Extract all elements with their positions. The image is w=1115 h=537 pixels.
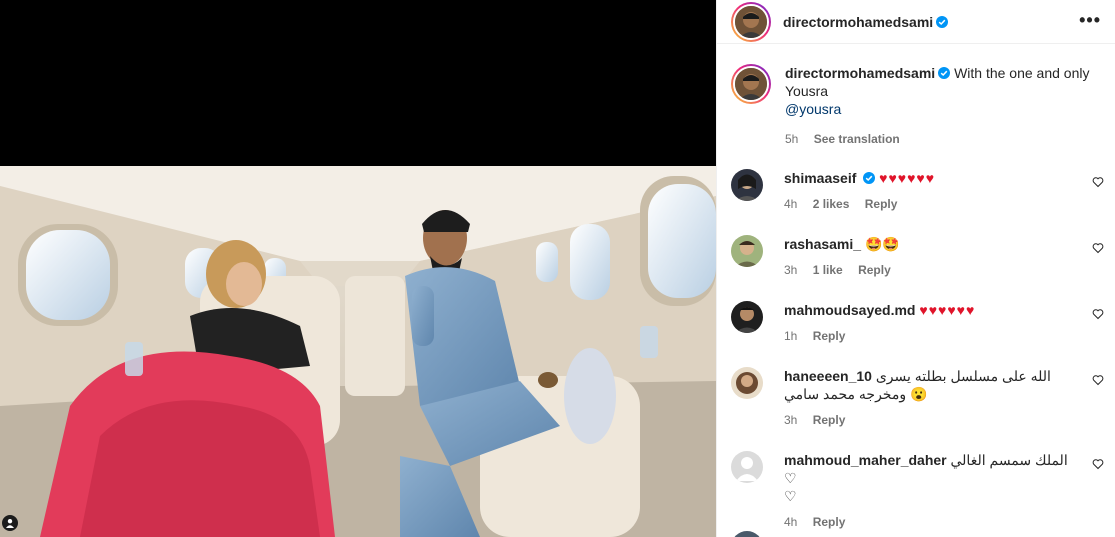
comment-avatar-partial[interactable] <box>731 531 763 537</box>
comment-avatar[interactable] <box>731 169 763 201</box>
like-comment-heart-icon[interactable] <box>1092 374 1104 386</box>
comment-avatar[interactable] <box>731 451 763 483</box>
comment-avatar[interactable] <box>731 301 763 333</box>
caption-author-username[interactable]: directormohamedsami <box>785 65 935 81</box>
comment-body: shimaaseif ♥♥♥♥♥♥ 4h 2 likes Reply <box>784 169 1084 213</box>
like-comment-heart-icon[interactable] <box>1092 458 1104 470</box>
comment-username[interactable]: haneeeen_10 <box>784 368 872 384</box>
comment-text: 🤩🤩 <box>864 236 900 252</box>
comment-reply-button[interactable]: Reply <box>813 515 846 529</box>
see-translation-button[interactable]: See translation <box>814 132 900 146</box>
comment-meta: 4h 2 likes Reply <box>784 195 1084 213</box>
comment-text: ♥♥♥♥♥♥ <box>879 170 936 186</box>
comment-time: 4h <box>784 197 798 211</box>
comment-text-line2: ♡ <box>784 488 797 504</box>
comment-time: 3h <box>784 263 798 277</box>
verified-badge-icon <box>938 67 951 79</box>
comment-meta: 4h Reply <box>784 513 1084 531</box>
comment-meta: 3h 1 like Reply <box>784 261 1084 279</box>
comment-meta: 3h Reply <box>784 411 1084 429</box>
comment-avatar[interactable] <box>731 235 763 267</box>
caption-text-line2: Yousra <box>785 83 829 99</box>
post-photo[interactable] <box>0 166 716 537</box>
caption-text-block: directormohamedsami With the one and onl… <box>785 64 1095 148</box>
comment-avatar[interactable] <box>731 367 763 399</box>
comment-reply-button[interactable]: Reply <box>858 263 891 277</box>
comment-body: rashasami_ 🤩🤩 3h 1 like Reply <box>784 235 1084 279</box>
comment-likes[interactable]: 2 likes <box>813 197 850 211</box>
more-options-icon[interactable]: ••• <box>1079 11 1101 29</box>
comment-reply-button[interactable]: Reply <box>813 413 846 427</box>
comment-time: 1h <box>784 329 798 343</box>
post-media <box>0 0 716 537</box>
post-side-panel: directormohamedsami ••• directormohameds… <box>716 0 1115 537</box>
comment-username[interactable]: rashasami_ <box>784 236 861 252</box>
like-comment-heart-icon[interactable] <box>1092 242 1104 254</box>
caption-mention-link[interactable]: @yousra <box>785 101 841 117</box>
post-header: directormohamedsami ••• <box>717 0 1115 44</box>
caption-text-line1: With the one and only <box>954 65 1090 81</box>
jet-cabin-photo <box>0 166 716 537</box>
like-comment-heart-icon[interactable] <box>1092 176 1104 188</box>
comment-body: mahmoud_maher_daher الملك سمسم الغالي ♡ … <box>784 451 1084 531</box>
comment-username[interactable]: shimaaseif <box>784 170 856 186</box>
post-caption: directormohamedsami With the one and onl… <box>717 44 1115 148</box>
comment-text: ♥♥♥♥♥♥ <box>919 302 976 318</box>
comment-likes[interactable]: 1 like <box>813 263 843 277</box>
comment-username[interactable]: mahmoud_maher_daher <box>784 452 947 468</box>
comment-username[interactable]: mahmoudsayed.md <box>784 302 915 318</box>
author-username[interactable]: directormohamedsami <box>783 14 933 30</box>
caption-author-avatar[interactable] <box>731 64 771 104</box>
comment-reply-button[interactable]: Reply <box>865 197 898 211</box>
comment-reply-button[interactable]: Reply <box>813 329 846 343</box>
comment-text-line2: ومخرجه محمد سامي 😮 <box>784 386 928 402</box>
verified-badge-icon <box>936 15 949 28</box>
author-avatar[interactable] <box>731 1 771 42</box>
comment-time: 4h <box>784 515 798 529</box>
comment-body: mahmoudsayed.md ♥♥♥♥♥♥ 1h Reply <box>784 301 1084 345</box>
comment-text: الله على مسلسل بطلته يسرى <box>875 368 1051 384</box>
comment-time: 3h <box>784 413 798 427</box>
caption-meta: 5h See translation <box>785 130 1095 148</box>
verified-badge-icon <box>863 172 876 184</box>
comment-meta: 1h Reply <box>784 327 1084 345</box>
caption-time: 5h <box>785 132 799 146</box>
tagged-user-icon[interactable] <box>2 515 18 531</box>
like-comment-heart-icon[interactable] <box>1092 308 1104 320</box>
comment-body: haneeeen_10 الله على مسلسل بطلته يسرى وم… <box>784 367 1084 429</box>
